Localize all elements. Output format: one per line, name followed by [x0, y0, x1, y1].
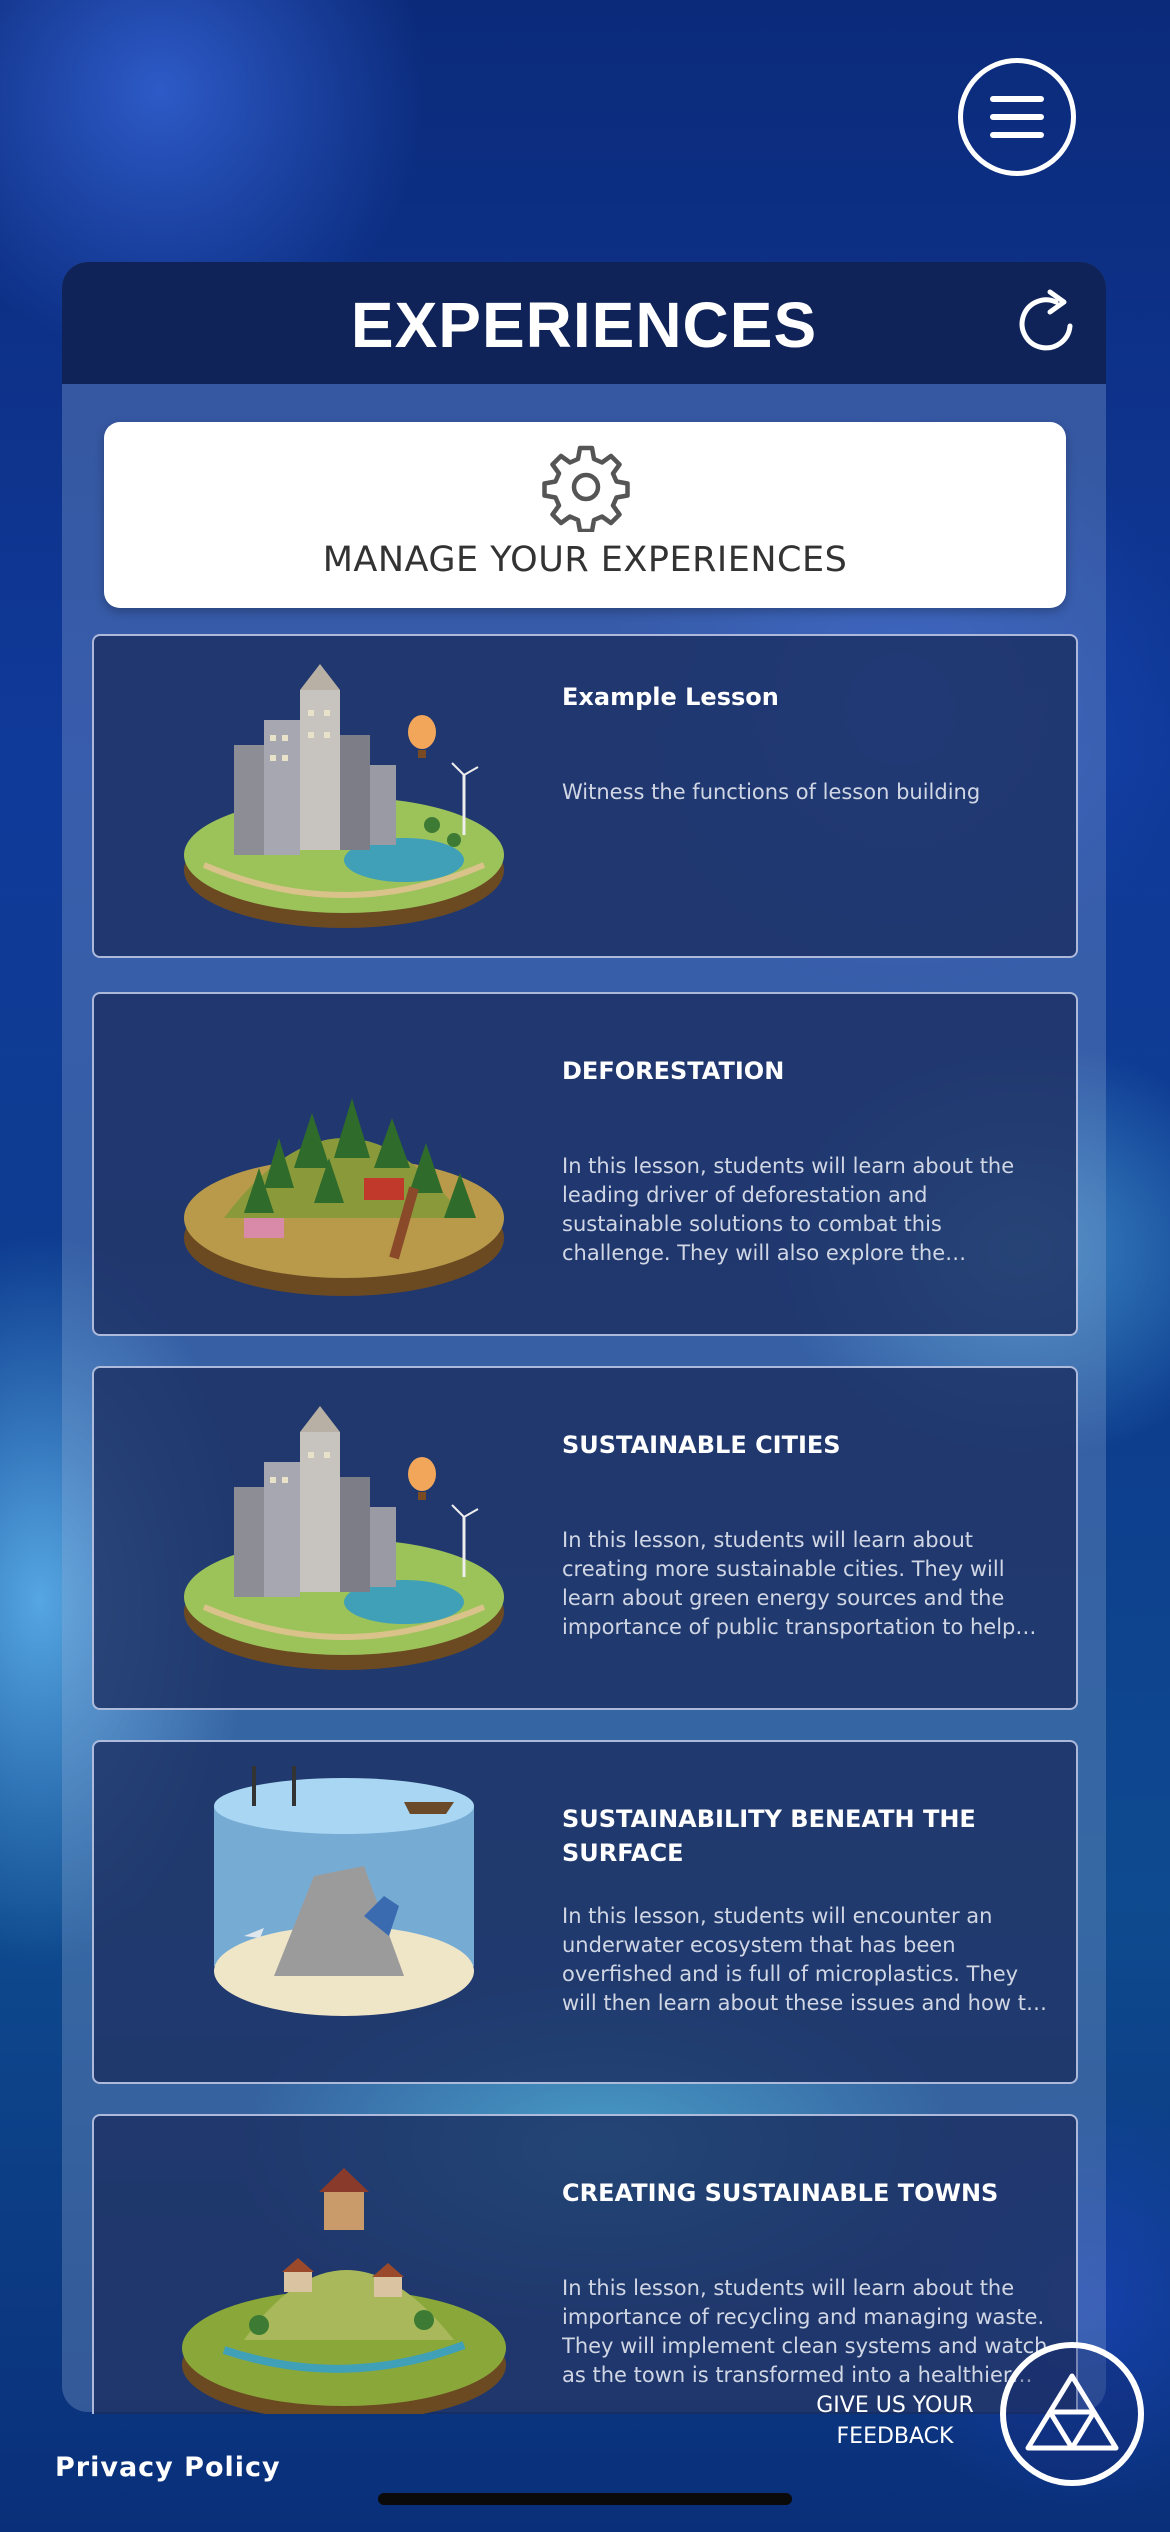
- panel-header: EXPERIENCES: [62, 262, 1106, 384]
- forest-diorama-icon: [184, 1098, 504, 1296]
- gear-icon: [542, 445, 630, 532]
- experience-card-sustainable-cities[interactable]: SUSTAINABLE CITIES In this lesson, stude…: [92, 1366, 1078, 1710]
- experience-description: In this lesson, students will learn abou…: [562, 2276, 1048, 2387]
- experience-card-beneath-the-surface[interactable]: SUSTAINABILITY BENEATH THE SURFACE In th…: [92, 1740, 1078, 2084]
- manage-experiences-label: MANAGE YOUR EXPERIENCES: [322, 540, 848, 580]
- page-title: EXPERIENCES: [350, 289, 818, 361]
- privacy-policy-link[interactable]: Privacy Policy: [55, 2452, 281, 2483]
- city-diorama-icon: [184, 1406, 504, 1670]
- feedback-line-1: GIVE US YOUR: [816, 2393, 974, 2418]
- experience-title: Example Lesson: [562, 683, 779, 711]
- experience-description: Witness the functions of lesson building: [562, 780, 981, 804]
- feedback-line-2: FEEDBACK: [836, 2424, 954, 2449]
- manage-experiences-button[interactable]: MANAGE YOUR EXPERIENCES: [104, 422, 1066, 608]
- experience-card-deforestation[interactable]: DEFORESTATION In this lesson, students w…: [92, 992, 1078, 1336]
- menu-button[interactable]: [958, 58, 1076, 176]
- experience-card-example-lesson[interactable]: Example Lesson Witness the functions of …: [92, 634, 1078, 958]
- experiences-list[interactable]: Example Lesson Witness the functions of …: [62, 634, 1106, 2414]
- experience-title: SUSTAINABLE CITIES: [562, 1431, 841, 1459]
- home-indicator: [378, 2493, 792, 2505]
- town-diorama-icon: [182, 2168, 506, 2414]
- experience-description: In this lesson, students will learn abou…: [562, 1528, 1016, 1639]
- experience-description: In this lesson, students will learn abou…: [562, 1154, 1015, 1265]
- experience-title: SUSTAINABILITY BENEATH THE SURFACE: [562, 1805, 976, 1867]
- menu-line: [990, 114, 1044, 120]
- feedback-label[interactable]: GIVE US YOUR FEEDBACK: [790, 2390, 1000, 2452]
- city-diorama-icon: [184, 664, 504, 928]
- experience-card-sustainable-towns[interactable]: CREATING SUSTAINABLE TOWNS In this lesso…: [92, 2114, 1078, 2414]
- menu-line: [990, 96, 1044, 102]
- refresh-icon[interactable]: [1012, 288, 1084, 360]
- feedback-button[interactable]: [1000, 2342, 1144, 2486]
- menu-line: [990, 132, 1044, 138]
- experience-title: DEFORESTATION: [562, 1057, 785, 1085]
- triangle-logo-icon: [1025, 2373, 1119, 2451]
- experience-description: In this lesson, students will encounter …: [562, 1904, 1039, 2015]
- experience-title: CREATING SUSTAINABLE TOWNS: [562, 2179, 999, 2207]
- ocean-diorama-icon: [214, 1766, 474, 2016]
